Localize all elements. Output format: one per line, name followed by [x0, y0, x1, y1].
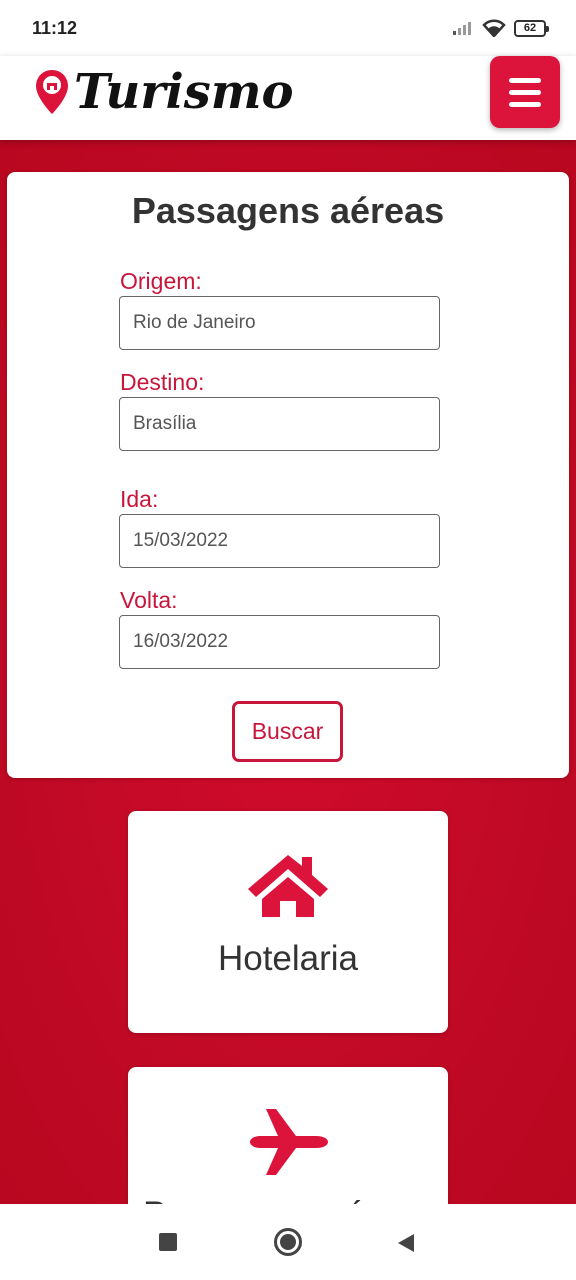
service-label: Passagens aéreas [128, 1195, 448, 1204]
airplane-icon [250, 1109, 328, 1175]
back-icon[interactable] [396, 1233, 416, 1253]
location-pin-icon [36, 70, 68, 114]
home-icon[interactable] [274, 1228, 302, 1256]
destination-label: Destino: [120, 369, 205, 395]
logo[interactable]: Turismo [34, 64, 294, 120]
service-card-passagens[interactable]: Passagens aéreas [128, 1067, 448, 1204]
menu-button[interactable] [490, 56, 560, 128]
search-button[interactable]: Buscar [232, 701, 343, 762]
hamburger-icon-line [509, 101, 541, 107]
service-label: Hotelaria [217, 939, 359, 978]
logo-text: Turismo [74, 64, 294, 120]
return-date-input[interactable] [119, 615, 440, 669]
card-title: Passagens aéreas [131, 190, 445, 231]
house-icon [248, 855, 328, 917]
status-time: 11:12 [32, 17, 78, 38]
wifi-icon [482, 19, 506, 37]
destination-input[interactable] [119, 397, 440, 451]
flight-search-card: Passagens aéreas Origem: Destino: Ida: V… [7, 172, 569, 778]
origin-label: Origem: [120, 268, 202, 294]
app-header: Turismo [0, 56, 576, 140]
return-label: Volta: [120, 587, 178, 613]
battery-icon: 62 [514, 19, 549, 37]
signal-icon [453, 22, 471, 35]
hamburger-icon-line [509, 77, 541, 83]
status-bar: 11:12 62 [0, 0, 576, 56]
service-card-hotelaria[interactable]: Hotelaria [128, 811, 448, 1033]
origin-input[interactable] [119, 296, 440, 350]
departure-date-input[interactable] [119, 514, 440, 568]
main-content: Passagens aéreas Origem: Destino: Ida: V… [0, 140, 576, 1204]
battery-level: 62 [523, 21, 537, 34]
system-nav-bar [0, 1204, 576, 1280]
status-icons: 62 [452, 19, 549, 37]
hamburger-icon-line [509, 89, 541, 95]
recents-icon[interactable] [159, 1233, 177, 1251]
departure-label: Ida: [120, 486, 159, 512]
